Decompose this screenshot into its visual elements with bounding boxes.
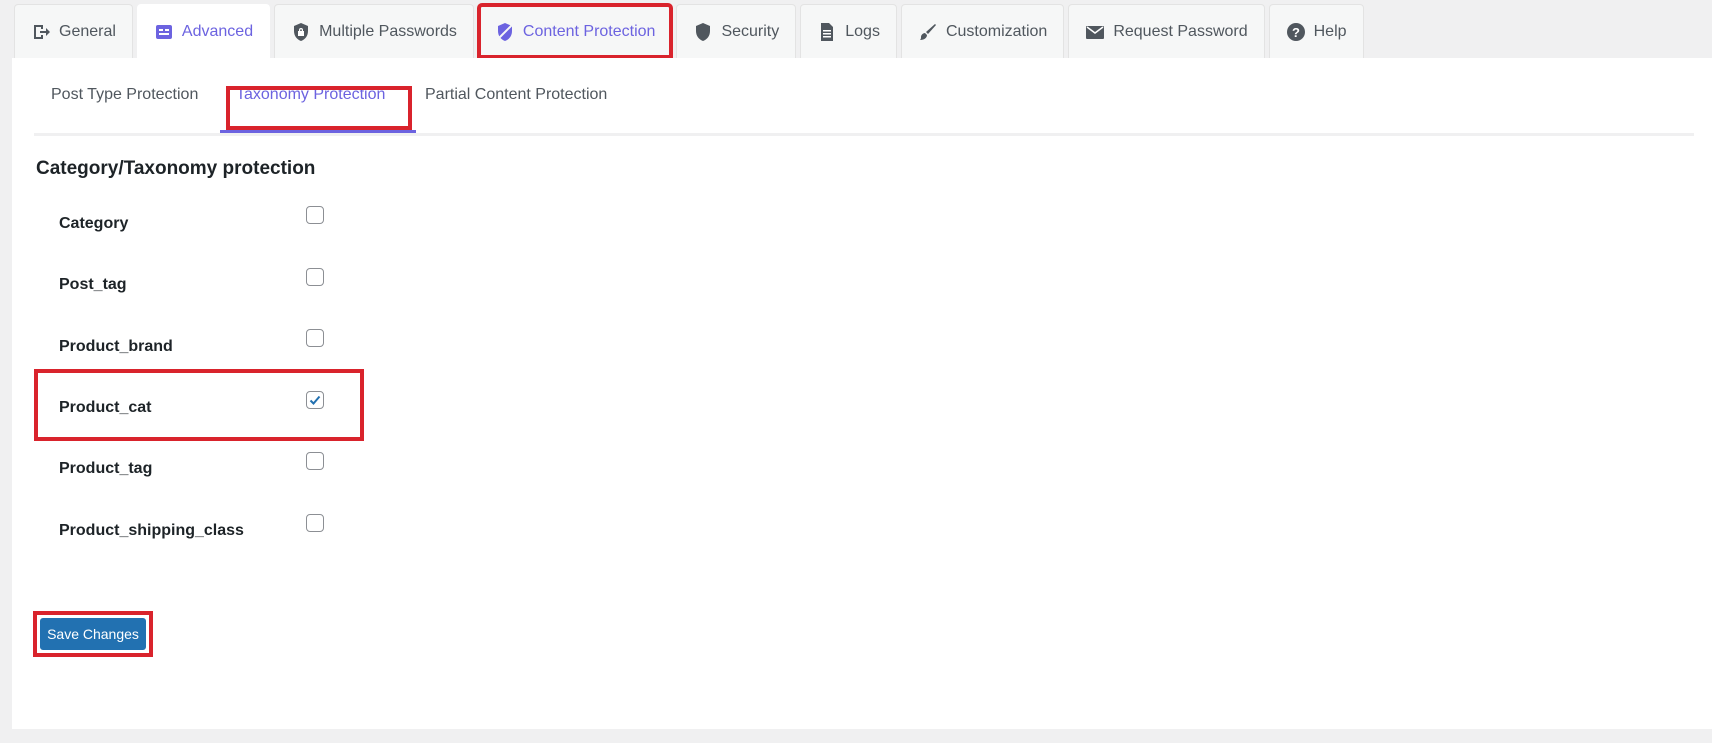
top-tab-bar: General Advanced Multiple Passwords Cont… <box>14 3 1368 59</box>
general-icon <box>31 22 51 42</box>
taxonomy-label: Product_brand <box>59 338 173 355</box>
tab-general-label: General <box>59 22 116 40</box>
tab-logs-label: Logs <box>845 22 880 40</box>
taxonomy-checkbox-product-shipping-class[interactable] <box>306 514 324 532</box>
settings-panel: Post Type Protection Taxonomy Protection… <box>12 58 1712 729</box>
taxonomy-checkbox-product-brand[interactable] <box>306 329 324 347</box>
content-protection-icon <box>495 22 515 42</box>
envelope-icon <box>1085 22 1105 42</box>
help-icon: ? <box>1286 22 1306 42</box>
tab-request-password-label: Request Password <box>1113 22 1248 40</box>
taxonomy-label: Product_tag <box>59 460 153 477</box>
tab-content-protection[interactable]: Content Protection <box>476 3 674 59</box>
tab-help[interactable]: ? Help <box>1268 4 1364 58</box>
taxonomy-label: Post_tag <box>59 276 127 293</box>
shield-icon <box>291 22 311 42</box>
tab-request-password[interactable]: Request Password <box>1068 4 1265 58</box>
taxonomy-label: Category <box>59 215 129 232</box>
taxonomy-label: Product_shipping_class <box>59 522 244 539</box>
security-shield-icon <box>693 22 713 42</box>
brush-icon <box>918 22 938 42</box>
tab-general[interactable]: General <box>14 4 133 58</box>
tab-help-label: Help <box>1313 22 1347 40</box>
tab-advanced[interactable]: Advanced <box>136 4 271 58</box>
tab-multiple-passwords-label: Multiple Passwords <box>319 22 457 40</box>
advanced-icon <box>154 22 174 42</box>
tab-customization-label: Customization <box>945 22 1048 40</box>
tab-content-protection-label: Content Protection <box>522 22 656 40</box>
tab-security[interactable]: Security <box>676 4 797 58</box>
save-highlight-box: Save Changes <box>33 611 153 657</box>
taxonomy-checkbox-category[interactable] <box>306 206 324 224</box>
tab-customization[interactable]: Customization <box>900 4 1065 58</box>
svg-text:?: ? <box>1292 25 1300 40</box>
taxonomy-checkbox-product-tag[interactable] <box>306 452 324 470</box>
save-changes-button[interactable]: Save Changes <box>40 618 146 650</box>
tab-logs[interactable]: Logs <box>800 4 897 58</box>
tab-advanced-label: Advanced <box>181 22 254 40</box>
document-icon <box>817 22 837 42</box>
tab-multiple-passwords[interactable]: Multiple Passwords <box>274 4 474 58</box>
taxonomy-checkbox-post-tag[interactable] <box>306 268 324 286</box>
product-cat-highlight-box <box>34 369 364 441</box>
tab-security-label: Security <box>721 22 780 40</box>
